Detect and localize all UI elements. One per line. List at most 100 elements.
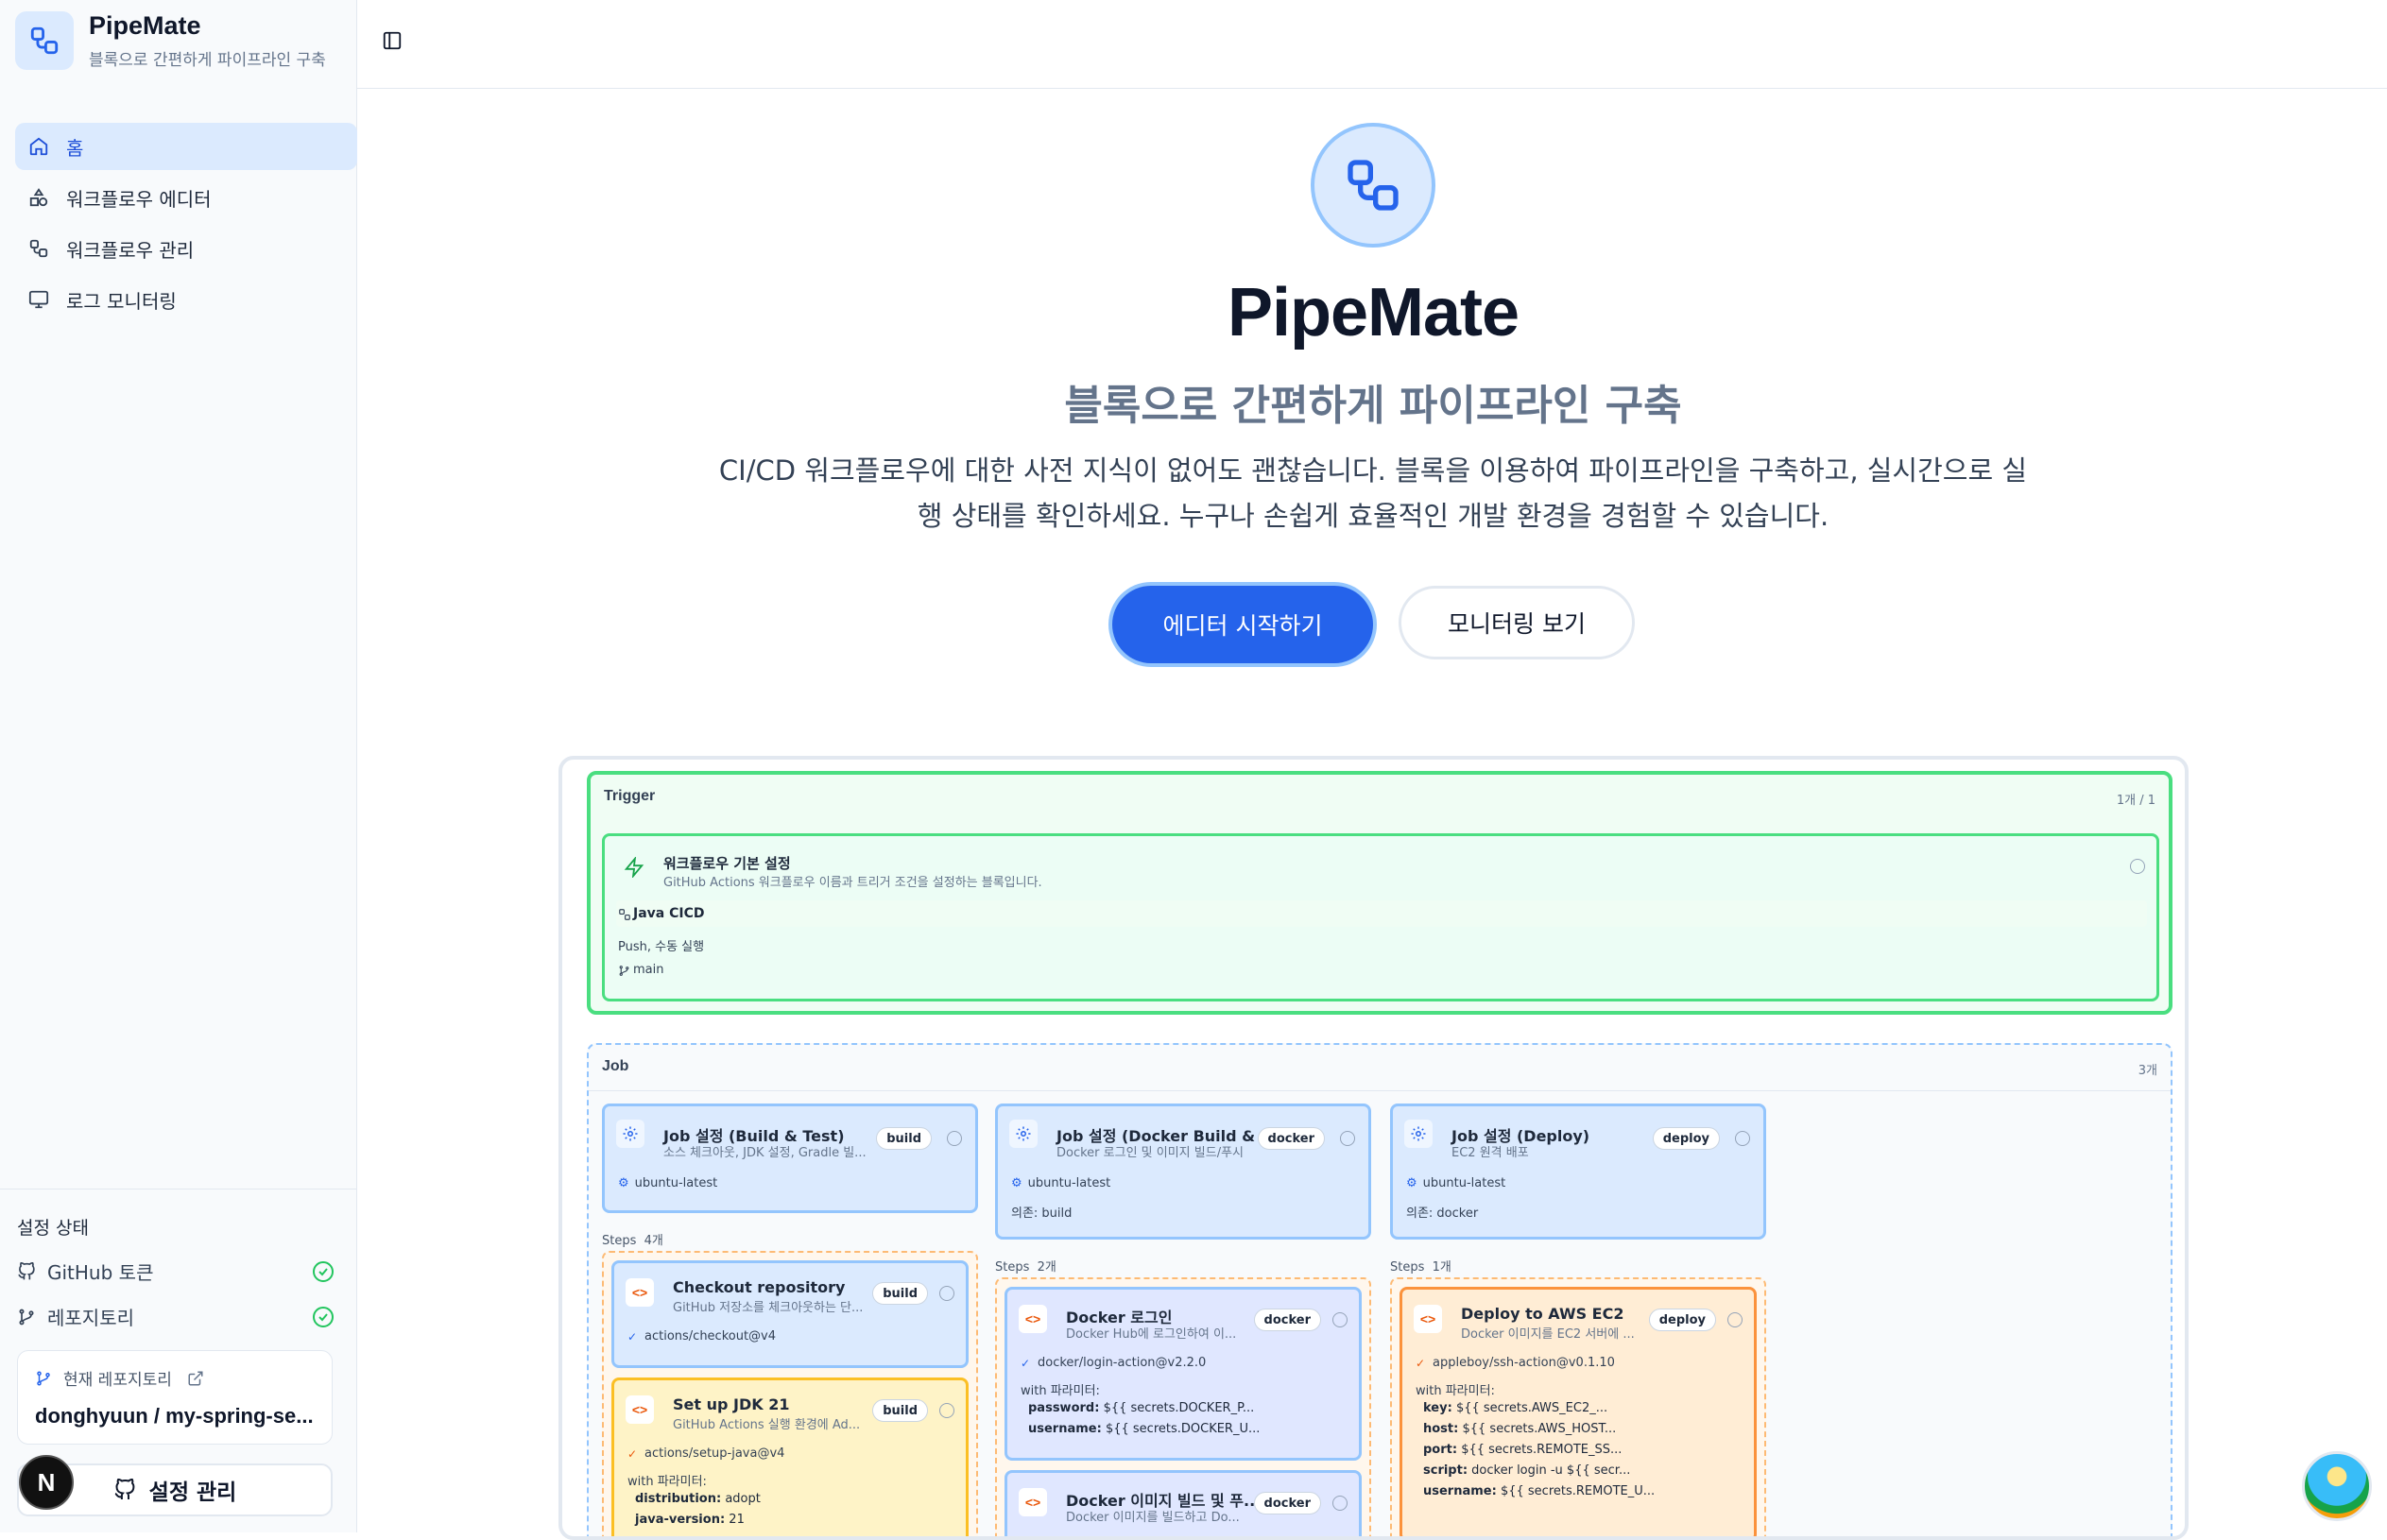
param-key: password: [1028,1401,1100,1415]
param-value: adopt [725,1492,761,1506]
hero-subtitle: 블록으로 간편하게 파이프라인 구축 [1064,382,1682,430]
trigger-card[interactable]: 워크플로우 기본 설정 GitHub Actions 워크플로우 이름과 트리거… [602,833,2159,1001]
job-card-docker[interactable]: Job 설정 (Docker Build & ... Docker 로그인 및 … [995,1104,1371,1240]
step-badge: build [872,1282,928,1305]
avatar[interactable]: N [19,1455,74,1510]
code-icon: <> [626,1395,654,1424]
param-value: ${{ secrets.REMOTE_U... [1500,1484,1656,1498]
info-icon[interactable] [1735,1131,1750,1146]
step-subtitle: Docker Hub에 로그인하여 이... [1066,1327,1237,1342]
job-count: 3개 [2138,1064,2157,1078]
param-key: distribution: [635,1492,722,1506]
current-repository-card[interactable]: 현재 레포지토리 donghyuun / my-spring-se... [17,1350,333,1445]
job-subtitle: 소스 체크아웃, JDK 설정, Gradle 빌... [663,1146,867,1160]
workflow-preview: Trigger 1개 / 1 워크플로우 기본 설정 GitHub Action… [558,756,2189,1540]
beach-avatar-icon[interactable] [2302,1451,2372,1521]
trigger-label: Trigger [604,788,656,804]
sidebar-item-home[interactable]: 홈 [15,123,357,170]
sidebar-item-label: 워크플로우 관리 [66,238,195,262]
job-card-deploy[interactable]: Job 설정 (Deploy) EC2 원격 배포 deploy ⚙ ubuntu… [1390,1104,1766,1240]
job-card-build[interactable]: Job 설정 (Build & Test) 소스 체크아웃, JDK 설정, G… [602,1104,978,1213]
view-monitoring-button[interactable]: 모니터링 보기 [1399,586,1635,659]
sidebar-toggle-icon[interactable] [382,30,403,56]
info-icon[interactable] [939,1286,954,1301]
step-subtitle: GitHub 저장소를 체크아웃하는 단... [673,1301,864,1315]
info-icon[interactable] [1727,1312,1743,1327]
sidebar-item-workflow-manage[interactable]: 워크플로우 관리 [15,225,357,272]
param-value: ${{ secrets.DOCKER_P... [1103,1401,1255,1415]
code-icon: <> [1019,1305,1047,1333]
step-uses: docker/login-action@v2.2.0 [1038,1356,1207,1370]
trigger-card-subtitle: GitHub Actions 워크플로우 이름과 트리거 조건을 설정하는 블록… [663,876,1042,890]
sidebar: PipeMate 블록으로 간편하게 파이프라인 구축 홈 워크플로우 에디터 … [0,0,357,1532]
job-subtitle: Docker 로그인 및 이미지 빌드/푸시 [1056,1146,1244,1160]
external-link-icon[interactable] [187,1370,204,1387]
check-circle-icon [313,1260,334,1282]
gear-icon: ⚙ [1011,1176,1022,1190]
home-icon [29,137,48,156]
step-title: Deploy to AWS EC2 [1461,1305,1624,1323]
brand[interactable]: PipeMate 블록으로 간편하게 파이프라인 구축 [15,11,326,70]
workflow-icon [619,909,630,920]
step-uses: appleboy/ssh-action@v0.1.10 [1433,1356,1615,1370]
job-needs: 의존: build [1011,1206,1073,1221]
check-icon: ✓ [1416,1357,1426,1370]
step-uses: actions/checkout@v4 [644,1329,777,1343]
github-icon [114,1479,135,1499]
start-editor-button[interactable]: 에디터 시작하기 [1112,586,1373,663]
job-label: Job [602,1058,629,1074]
step-subtitle: Docker 이미지를 EC2 서버에 ... [1461,1327,1635,1342]
param-key: key: [1423,1401,1452,1415]
info-icon[interactable] [2130,859,2145,874]
info-icon[interactable] [947,1131,962,1146]
current-repo-name: donghyuun / my-spring-se... [35,1404,314,1428]
job-runner: ubuntu-latest [1027,1176,1111,1190]
job-section: Job 3개 Job 설정 (Build & Test) 소스 체크아웃, JD… [587,1043,2172,1536]
git-branch-icon [19,1309,34,1325]
job-runner: ubuntu-latest [1422,1176,1506,1190]
job-badge: docker [1257,1127,1325,1150]
steps-label: Steps [1390,1260,1425,1275]
trigger-card-title: 워크플로우 기본 설정 [663,855,791,872]
repository-label: 레포지토리 [47,1307,134,1329]
sidebar-item-label: 로그 모니터링 [66,289,177,313]
sidebar-item-workflow-editor[interactable]: 워크플로우 에디터 [15,174,357,221]
step-card[interactable]: <> Set up JDK 21 GitHub Actions 실행 환경에 A… [611,1377,969,1536]
code-icon: <> [1019,1488,1047,1516]
hero-logo-icon [1311,123,1435,248]
hero-title: PipeMate [1227,275,1520,351]
steps-count: 4개 [644,1234,663,1248]
param-value: docker login -u ${{ secr... [1471,1463,1631,1478]
step-card[interactable]: <> Docker 이미지 빌드 및 푸... Docker 이미지를 빌드하고… [1005,1470,1362,1536]
step-subtitle: Docker 이미지를 빌드하고 Do... [1066,1511,1240,1525]
job-runner: ubuntu-latest [634,1176,718,1190]
info-icon[interactable] [1340,1131,1355,1146]
code-icon: <> [1414,1305,1442,1333]
hero-description: CI/CD 워크플로우에 대한 사전 지식이 없어도 괜찮습니다. 블록을 이용… [718,454,2028,532]
job-subtitle: EC2 원격 배포 [1451,1146,1529,1160]
info-icon[interactable] [939,1403,954,1418]
step-card[interactable]: <> Checkout repository GitHub 저장소를 체크아웃하… [611,1260,969,1368]
step-badge: build [872,1399,928,1422]
workflow-icon [29,239,48,258]
git-branch-icon [619,966,629,976]
info-icon[interactable] [1332,1496,1348,1511]
step-badge: docker [1253,1309,1321,1331]
step-uses: actions/setup-java@v4 [644,1446,785,1461]
step-card[interactable]: <> Deploy to AWS EC2 Docker 이미지를 EC2 서버에… [1400,1287,1757,1536]
job-badge: deploy [1652,1127,1720,1150]
gear-icon: ⚙ [1406,1176,1417,1190]
step-card[interactable]: <> Docker 로그인 Docker Hub에 로그인하여 이... doc… [1005,1287,1362,1461]
param-value: ${{ secrets.REMOTE_SS... [1461,1443,1623,1457]
job-needs: 의존: docker [1406,1206,1479,1221]
param-key: host: [1423,1422,1459,1436]
param-key: port: [1423,1443,1458,1457]
step-with-label: with 파라미터: [1416,1384,1495,1398]
steps-label: Steps [602,1234,637,1248]
repository-status: 레포지토리 [17,1303,335,1330]
info-icon[interactable] [1332,1312,1348,1327]
sidebar-item-log-monitoring[interactable]: 로그 모니터링 [15,276,357,323]
github-icon [18,1261,35,1279]
steps-count: 2개 [1037,1260,1056,1275]
param-value: ${{ secrets.AWS_HOST... [1462,1422,1617,1436]
